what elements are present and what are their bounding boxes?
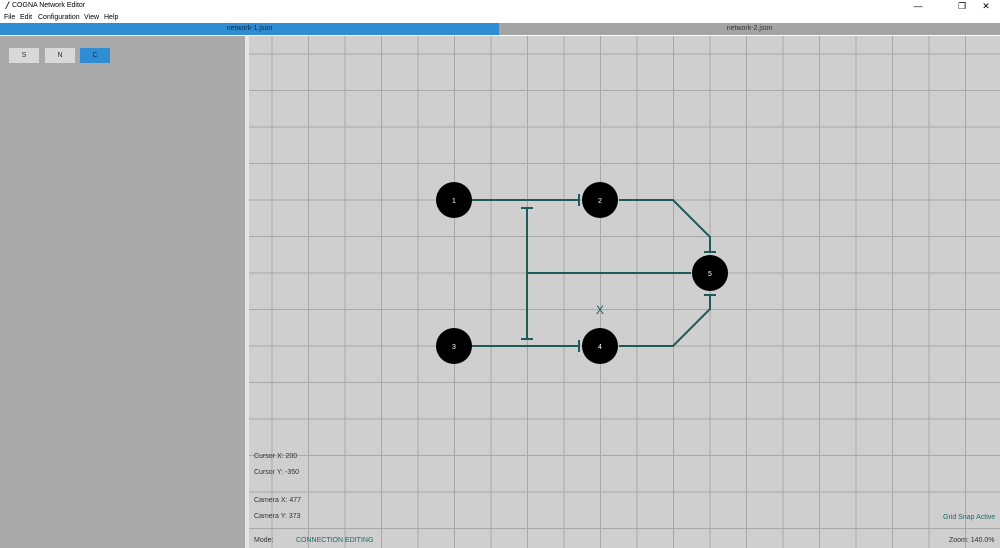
node-4[interactable]: 4	[582, 328, 618, 364]
node-5[interactable]: 5	[692, 255, 728, 291]
node-label: 3	[452, 344, 456, 351]
app-feather-icon	[5, 1, 10, 9]
node-2[interactable]: 2	[582, 182, 618, 218]
cursor-marker: X	[596, 303, 604, 317]
menu-file[interactable]: File	[4, 13, 15, 22]
node-label: 2	[598, 198, 602, 205]
mode-value: CONNECTION EDITING	[296, 537, 374, 544]
close-button[interactable]: ✕	[972, 0, 1000, 12]
camera-x-readout: Camera X: 477	[254, 497, 302, 504]
node-label: 5	[708, 271, 712, 278]
cursor-x-readout: Cursor X: 200	[254, 453, 298, 460]
canvas-svg: X 1 2 3 4 5	[249, 36, 1000, 548]
mode-label: Mode:	[254, 537, 274, 544]
menu-help[interactable]: Help	[104, 13, 118, 22]
tool-button-c[interactable]: C	[80, 48, 110, 63]
minimize-button[interactable]: —	[904, 0, 932, 12]
tab-network-1[interactable]: network-1.json	[0, 23, 499, 35]
menu-edit[interactable]: Edit	[20, 13, 32, 22]
tool-button-n[interactable]: N	[45, 48, 75, 63]
window-title: COGNA Network Editor	[12, 2, 86, 9]
cursor-y-readout: Cursor Y: -350	[254, 469, 300, 476]
node-label: 4	[598, 344, 602, 351]
menu-view[interactable]: View	[84, 13, 99, 22]
left-panel	[0, 36, 245, 548]
zoom-readout: Zoom: 140.0%	[949, 537, 995, 544]
camera-y-readout: Camera Y: 373	[254, 513, 301, 520]
node-1[interactable]: 1	[436, 182, 472, 218]
node-3[interactable]: 3	[436, 328, 472, 364]
title-bar: COGNA Network Editor — ❐ ✕	[0, 0, 1000, 12]
node-label: 1	[452, 198, 456, 205]
connection-2-5[interactable]	[619, 199, 711, 252]
tool-button-s[interactable]: S	[9, 48, 39, 63]
grid-lines	[249, 36, 1000, 548]
grid-snap-status: Grid Snap Active	[943, 514, 996, 521]
menu-configuration[interactable]: Configuration	[38, 13, 80, 22]
network-canvas[interactable]: X 1 2 3 4 5 Cursor X: 200 Cursor Y: -350…	[249, 36, 1000, 548]
tab-network-2[interactable]: network-2.json	[499, 23, 1000, 35]
connection-4-5[interactable]	[619, 295, 711, 347]
menu-bar: File Edit Configuration View Help	[0, 12, 1000, 22]
